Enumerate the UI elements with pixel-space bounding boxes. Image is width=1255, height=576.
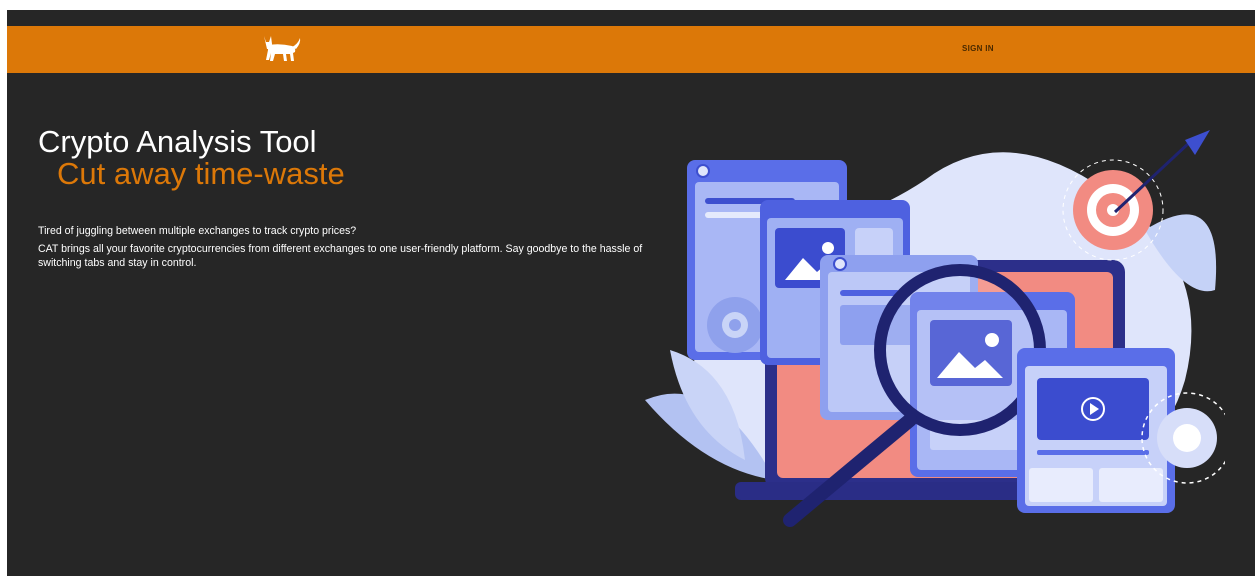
hero-intro: Tired of juggling between multiple excha…	[38, 225, 357, 237]
page: SIGN IN Crypto Analysis Tool Cut away ti…	[7, 10, 1255, 576]
arrow-icon	[1113, 130, 1210, 214]
hero-illustration	[625, 120, 1233, 545]
header-bar: SIGN IN	[7, 26, 1255, 73]
hero-description: CAT brings all your favorite cryptocurre…	[38, 243, 643, 269]
hero-subtitle: Cut away time-waste	[57, 156, 345, 191]
gear-icon-left	[707, 297, 763, 353]
browser-window-5	[1017, 348, 1175, 513]
cat-icon[interactable]	[258, 34, 302, 64]
hero-title: Crypto Analysis Tool	[38, 124, 317, 159]
sign-in-link[interactable]: SIGN IN	[962, 44, 994, 53]
